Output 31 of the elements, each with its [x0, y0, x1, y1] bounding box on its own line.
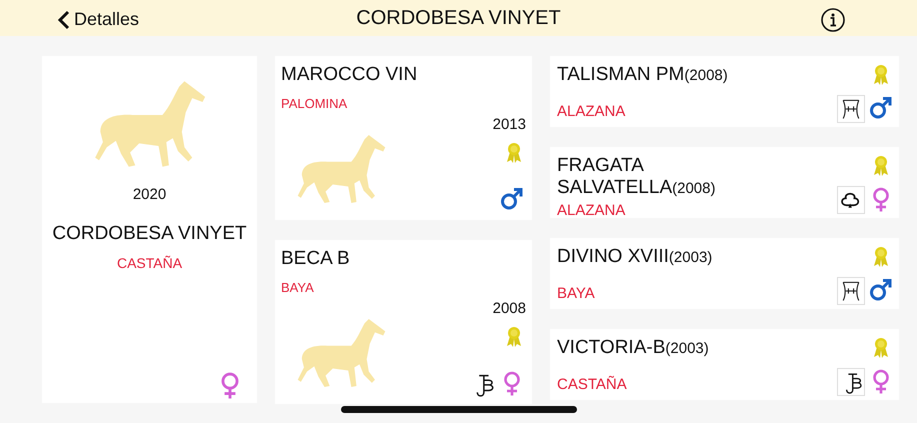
info-icon[interactable]: [820, 7, 846, 33]
grandparent-card[interactable]: FRAGATA SALVATELLA(2008) ALAZANA: [550, 147, 899, 218]
grandparent-card[interactable]: DIVINO XVIII(2003) BAYA: [550, 238, 899, 309]
horse-name: FRAGATA SALVATELLA: [557, 155, 672, 198]
chevron-left-icon: [58, 10, 70, 30]
horse-name: TALISMAN PM: [557, 64, 684, 85]
horse-name: CORDOBESA VINYET: [52, 222, 247, 244]
birth-year: (2008): [672, 180, 716, 197]
horse-name: VICTORIA-B: [557, 337, 666, 358]
coat-color: ALAZANA: [557, 201, 626, 221]
parent-card[interactable]: BECA B BAYA 2008: [275, 240, 532, 404]
horse-name: DIVINO XVIII: [557, 246, 669, 267]
horse-name: BECA B: [281, 248, 351, 270]
coat-color: PALOMINA: [281, 95, 348, 113]
birth-year: 2013: [492, 115, 526, 135]
birth-year: (2008): [684, 67, 728, 84]
horse-name: MAROCCO VIN: [281, 64, 418, 86]
coat-color: CASTAÑA: [116, 254, 182, 272]
birth-year: (2003): [665, 340, 709, 357]
birth-year: 2008: [492, 299, 526, 319]
coat-color: CASTAÑA: [557, 374, 628, 394]
parent-card[interactable]: MAROCCO VIN PALOMINA 2013: [275, 56, 532, 220]
coat-color: BAYA: [281, 279, 315, 297]
grandparent-card[interactable]: VICTORIA-B(2003) CASTAÑA: [550, 329, 899, 400]
grandparent-card[interactable]: TALISMAN PM(2008) ALAZANA: [550, 56, 899, 127]
coat-color: BAYA: [557, 284, 596, 304]
back-button[interactable]: Detalles: [58, 6, 140, 33]
birth-year: 2020: [132, 185, 166, 205]
coat-color: ALAZANA: [557, 102, 626, 122]
birth-year: (2003): [668, 249, 712, 266]
screen-title: CORDOBESA VINYET: [356, 6, 561, 31]
